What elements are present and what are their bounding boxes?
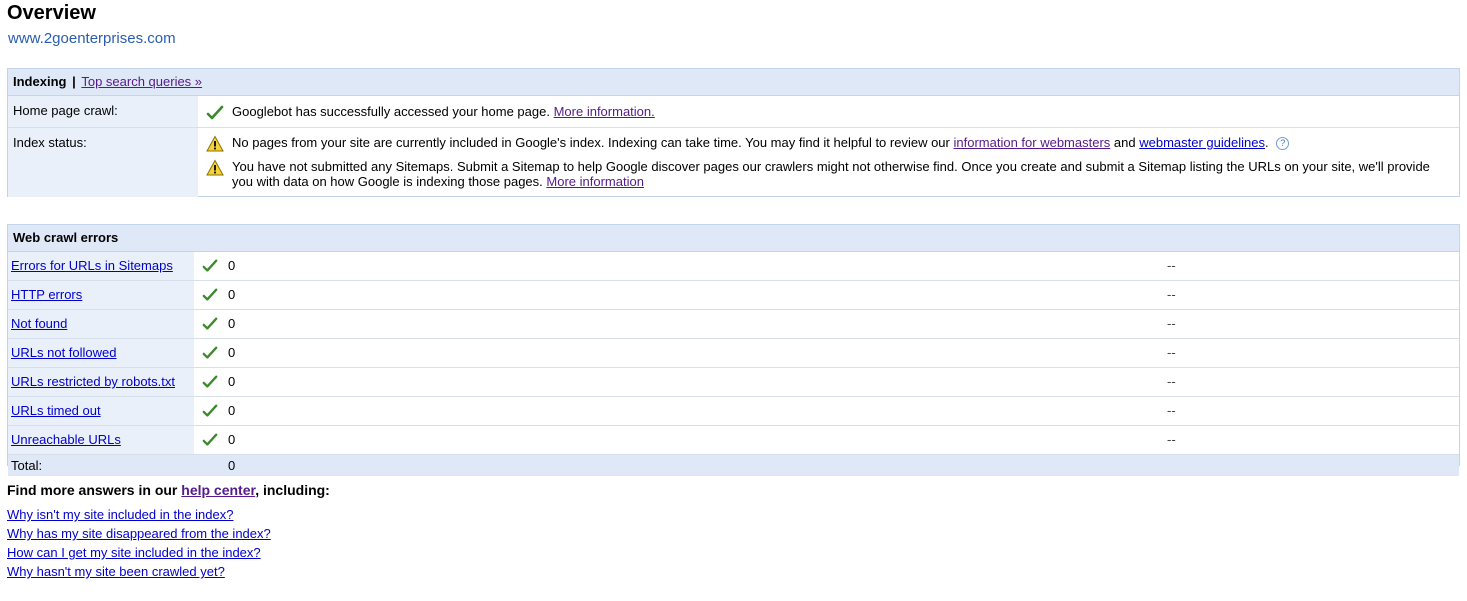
crawl-error-detail: --	[1167, 316, 1176, 331]
site-url-link[interactable]: www.2goenterprises.com	[8, 30, 176, 47]
crawl-error-row: Errors for URLs in Sitemaps 0 --	[8, 252, 1459, 281]
home-crawl-message: Googlebot has successfully accessed your…	[232, 104, 550, 119]
index-status-message: No pages from your site are currently in…	[206, 135, 1449, 153]
indexing-panel: Indexing | Top search queries » Home pag…	[7, 68, 1460, 197]
and-text: and	[1113, 135, 1136, 150]
crawl-error-detail: --	[1167, 432, 1176, 447]
total-count: 0	[228, 458, 236, 473]
checkmark-icon	[202, 317, 218, 330]
help-question-item: Why isn't my site included in the index?	[7, 506, 271, 525]
help-question-link[interactable]: How can I get my site included in the in…	[7, 545, 261, 560]
total-label: Total:	[11, 458, 43, 473]
warning-icon	[206, 135, 224, 152]
page-title: Overview	[7, 2, 96, 24]
web-crawl-errors-panel: Web crawl errors Errors for URLs in Site…	[7, 224, 1460, 476]
crawl-error-link[interactable]: Unreachable URLs	[11, 432, 121, 447]
information-for-webmasters-link[interactable]: information for webmasters	[954, 135, 1111, 150]
crawl-error-row: Not found 0 --	[8, 310, 1459, 339]
indexing-panel-header: Indexing | Top search queries »	[8, 69, 1459, 96]
top-search-queries-link[interactable]: Top search queries »	[81, 74, 202, 89]
crawl-error-link[interactable]: URLs not followed	[11, 345, 117, 360]
home-page-crawl-label: Home page crawl:	[8, 96, 198, 127]
crawl-error-link[interactable]: Not found	[11, 316, 67, 331]
crawl-error-detail: --	[1167, 374, 1176, 389]
checkmark-icon	[202, 375, 218, 388]
crawl-error-row: URLs timed out 0 --	[8, 397, 1459, 426]
crawl-error-detail: --	[1167, 403, 1176, 418]
help-prefix: Find more answers in our	[7, 482, 178, 498]
webmaster-guidelines-link[interactable]: webmaster guidelines	[1139, 135, 1265, 150]
total-row: Total: 0	[8, 455, 1459, 476]
crawl-error-count: 0	[228, 258, 236, 273]
crawl-error-link[interactable]: Errors for URLs in Sitemaps	[11, 258, 173, 273]
checkmark-icon	[206, 105, 224, 120]
crawl-error-row: HTTP errors 0 --	[8, 281, 1459, 310]
period-text: .	[1264, 135, 1269, 150]
index-status-text: No pages from your site are currently in…	[232, 135, 950, 150]
crawl-error-count: 0	[228, 374, 236, 389]
help-question-link[interactable]: Why isn't my site included in the index?	[7, 507, 233, 522]
crawl-error-row: Unreachable URLs 0 --	[8, 426, 1459, 455]
crawl-error-count: 0	[228, 345, 236, 360]
help-question-item: Why has my site disappeared from the ind…	[7, 525, 271, 544]
header-separator: |	[72, 74, 76, 89]
help-section-title: Find more answers in our help center, in…	[7, 482, 330, 498]
crawl-error-count: 0	[228, 403, 236, 418]
help-question-item: How can I get my site included in the in…	[7, 544, 271, 563]
indexing-tab-label: Indexing	[13, 74, 67, 89]
checkmark-icon	[202, 346, 218, 359]
crawl-error-count: 0	[228, 316, 236, 331]
help-center-link[interactable]: help center	[181, 482, 255, 498]
sitemap-text: You have not submitted any Sitemaps. Sub…	[232, 159, 1430, 189]
crawl-error-row: URLs not followed 0 --	[8, 339, 1459, 368]
sitemap-message: You have not submitted any Sitemaps. Sub…	[206, 159, 1449, 189]
index-status-label: Index status:	[8, 128, 198, 197]
sitemap-more-information-link[interactable]: More information	[546, 174, 644, 189]
crawl-error-count: 0	[228, 432, 236, 447]
help-icon[interactable]: ?	[1276, 137, 1290, 151]
crawl-error-count: 0	[228, 287, 236, 302]
crawl-error-detail: --	[1167, 258, 1176, 273]
crawl-error-row: URLs restricted by robots.txt 0 --	[8, 368, 1459, 397]
crawl-error-detail: --	[1167, 345, 1176, 360]
help-question-item: Why hasn't my site been crawled yet?	[7, 563, 271, 582]
warning-icon	[206, 159, 224, 176]
index-status-row: Index status: No pages from your site ar…	[8, 128, 1459, 197]
help-questions-list: Why isn't my site included in the index?…	[7, 506, 271, 582]
help-suffix: , including:	[255, 482, 330, 498]
crawl-error-link[interactable]: URLs timed out	[11, 403, 101, 418]
checkmark-icon	[202, 433, 218, 446]
home-page-crawl-row: Home page crawl: Googlebot has successfu…	[8, 96, 1459, 128]
crawl-error-link[interactable]: URLs restricted by robots.txt	[11, 374, 175, 389]
crawl-error-detail: --	[1167, 287, 1176, 302]
crawl-error-link[interactable]: HTTP errors	[11, 287, 82, 302]
checkmark-icon	[202, 404, 218, 417]
checkmark-icon	[202, 259, 218, 272]
checkmark-icon	[202, 288, 218, 301]
help-question-link[interactable]: Why has my site disappeared from the ind…	[7, 526, 271, 541]
help-question-link[interactable]: Why hasn't my site been crawled yet?	[7, 564, 225, 579]
crawl-errors-header: Web crawl errors	[8, 225, 1459, 252]
home-crawl-more-info-link[interactable]: More information.	[554, 104, 655, 119]
